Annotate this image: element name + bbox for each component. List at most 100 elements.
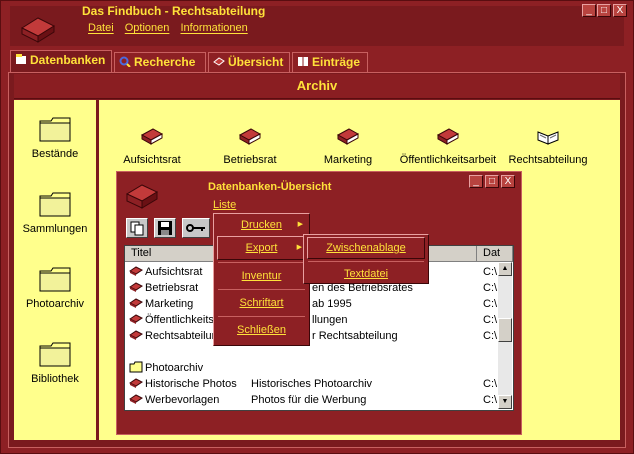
- sidebar-item-label: Bibliothek: [31, 373, 79, 385]
- list-item[interactable]: Öffentlichkeits: [129, 312, 214, 328]
- folder-icon: [39, 342, 71, 367]
- menu-item-inventur[interactable]: Inventur: [214, 265, 309, 287]
- tab-recherche[interactable]: Recherche: [114, 52, 206, 72]
- menu-item-label: Drucken: [241, 219, 282, 231]
- column-header-dat[interactable]: Dat: [477, 246, 513, 262]
- menu-datei[interactable]: Datei: [88, 22, 114, 34]
- sidebar-item-sammlungen[interactable]: Sammlungen: [14, 191, 96, 235]
- app-logo-icon: [18, 10, 58, 44]
- tab-label: Einträge: [312, 55, 361, 69]
- menu-item-drucken[interactable]: Drucken ▶: [214, 214, 309, 236]
- database-label: Aufsichtsrat: [123, 154, 181, 166]
- scroll-up-button[interactable]: ▲: [498, 262, 512, 276]
- red-book-icon: [129, 314, 143, 324]
- list-item[interactable]: Photoarchiv: [129, 360, 203, 376]
- database-label: Betriebsrat: [223, 154, 277, 166]
- list-item-path: C:\: [483, 298, 498, 310]
- menu-item-label: Export: [245, 242, 278, 254]
- menu-separator: [218, 316, 305, 317]
- red-book-icon: [336, 128, 360, 145]
- red-book-icon: [140, 128, 164, 145]
- submenu-arrow-icon: ▶: [296, 244, 302, 251]
- database-marketing[interactable]: Marketing: [316, 126, 380, 166]
- list-item-title: Öffentlichkeits: [145, 314, 214, 326]
- list-item[interactable]: Betriebsrat: [129, 280, 198, 296]
- list-item-title: Betriebsrat: [145, 282, 199, 294]
- list-item[interactable]: Marketing: [129, 296, 193, 312]
- maximize-button[interactable]: □: [597, 4, 611, 17]
- tab-datenbanken[interactable]: Datenbanken: [10, 50, 112, 72]
- tab-label: Datenbanken: [30, 53, 106, 67]
- list-item-title: Werbevorlagen: [145, 394, 220, 406]
- menu-informationen[interactable]: Informationen: [180, 22, 247, 34]
- overview-maximize-button[interactable]: □: [485, 175, 499, 188]
- database-rechtsabteilung[interactable]: Rechtsabteilung: [506, 126, 590, 166]
- save-button[interactable]: [154, 218, 176, 238]
- list-item-path: C:\: [483, 378, 498, 390]
- liste-dropdown-menu: Drucken ▶ Export ▶ Inventur Schriftart Sch…: [213, 213, 310, 346]
- sidebar-item-bibliothek[interactable]: Bibliothek: [14, 341, 96, 385]
- list-scrollbar[interactable]: ▲ ▼: [498, 262, 512, 409]
- database-oeffentlichkeitsarbeit[interactable]: Öffentlichkeitsarbeit: [396, 126, 500, 166]
- list-item[interactable]: Historische Photos: [129, 376, 237, 392]
- list-item-title: Marketing: [145, 298, 194, 310]
- list-item[interactable]: Aufsichtsrat: [129, 264, 202, 280]
- list-item-path: C:\: [483, 330, 498, 342]
- menu-item-textdatei[interactable]: Textdatei: [304, 264, 428, 284]
- menu-separator: [218, 262, 305, 263]
- window-title: Das Findbuch - Rechtsabteilung: [82, 4, 266, 18]
- tab-label: Übersicht: [228, 55, 284, 69]
- open-book-icon: [537, 131, 559, 145]
- database-label: Marketing: [323, 154, 373, 166]
- submenu-arrow-icon: ▶: [297, 221, 303, 228]
- minimize-button[interactable]: _: [582, 4, 596, 17]
- red-book-icon: [129, 378, 143, 388]
- close-button[interactable]: X: [613, 4, 627, 17]
- red-book-icon: [129, 330, 143, 340]
- tab-eintraege[interactable]: Einträge: [292, 52, 368, 72]
- scroll-down-button[interactable]: ▼: [498, 395, 512, 409]
- sidebar-item-label: Photoarchiv: [25, 298, 85, 310]
- sidebar-item-label: Sammlungen: [22, 223, 88, 235]
- overview-icon: [213, 57, 225, 66]
- folder-icon: [39, 192, 71, 217]
- list-item[interactable]: Werbevorlagen: [129, 392, 219, 408]
- overview-close-button[interactable]: X: [501, 175, 515, 188]
- red-book-icon: [238, 128, 262, 145]
- folder-icon: [39, 117, 71, 142]
- menu-liste[interactable]: Liste: [213, 199, 236, 211]
- copy-button[interactable]: [126, 218, 148, 238]
- menu-item-schliessen[interactable]: Schließen: [214, 319, 309, 341]
- list-item-description: ab 1995: [312, 298, 352, 310]
- menu-item-zwischenablage[interactable]: Zwischenablage: [307, 237, 425, 259]
- database-betriebsrat[interactable]: Betriebsrat: [218, 126, 282, 166]
- menu-item-schriftart[interactable]: Schriftart: [214, 292, 309, 314]
- sidebar-item-bestaende[interactable]: Bestände: [14, 116, 96, 160]
- list-item-description: Historisches Photoarchiv: [251, 378, 373, 390]
- list-item-description: Photos für die Werbung: [251, 394, 367, 406]
- tab-label: Recherche: [134, 55, 196, 69]
- database-label: Öffentlichkeitsarbeit: [399, 154, 497, 166]
- folder-icon: [39, 267, 71, 292]
- scroll-thumb[interactable]: [498, 318, 512, 342]
- list-item-title: Historische Photos: [145, 378, 237, 390]
- list-item-path: C:\: [483, 266, 498, 278]
- red-book-icon: [129, 298, 143, 308]
- overview-minimize-button[interactable]: _: [469, 175, 483, 188]
- section-title: Archiv: [14, 74, 620, 99]
- menu-optionen[interactable]: Optionen: [125, 22, 170, 34]
- tab-uebersicht[interactable]: Übersicht: [208, 52, 290, 72]
- key-button[interactable]: [182, 218, 210, 238]
- list-item-description: llungen: [312, 314, 348, 326]
- overview-window-title: Datenbanken-Übersicht: [208, 181, 332, 193]
- list-item-path: C:\: [483, 394, 498, 406]
- menu-separator: [308, 261, 424, 262]
- red-book-icon: [129, 394, 143, 404]
- database-aufsichtsrat[interactable]: Aufsichtsrat: [120, 126, 184, 166]
- sidebar-item-label: Bestände: [31, 148, 79, 160]
- menu-bar: Datei Optionen Informationen: [88, 22, 256, 34]
- sidebar-item-photoarchiv[interactable]: Photoarchiv: [14, 266, 96, 310]
- database-icon: [16, 54, 26, 64]
- menu-item-export[interactable]: Export ▶: [217, 236, 306, 260]
- list-item[interactable]: Rechtsabteilung: [129, 328, 224, 344]
